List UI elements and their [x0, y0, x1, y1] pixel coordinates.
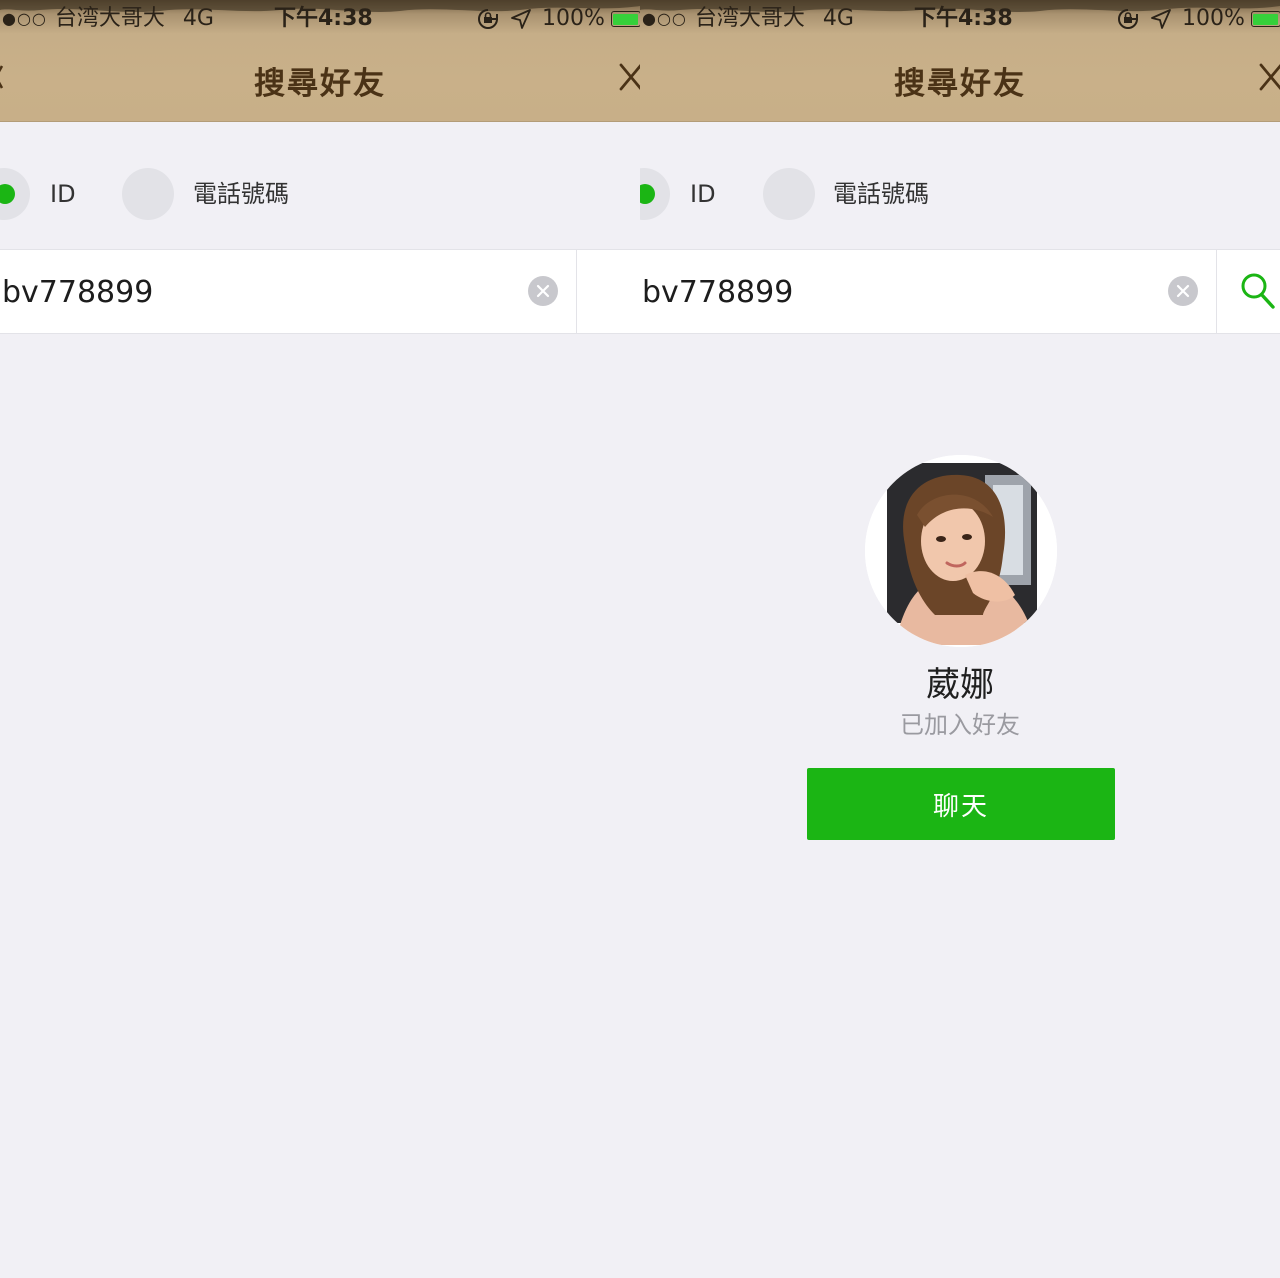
rotation-lock-icon: [1118, 9, 1138, 29]
radio-label-id[interactable]: ID: [50, 178, 76, 210]
clear-search-button[interactable]: [528, 276, 558, 306]
clear-x-icon: [536, 284, 550, 298]
status-time: 下午4:38: [274, 6, 373, 31]
profile-photo: [865, 455, 1057, 647]
status-right: 100%: [1116, 4, 1280, 34]
search-input[interactable]: [642, 270, 1112, 314]
network-type: 4G: [822, 6, 854, 31]
battery-percent: 100%: [1182, 6, 1245, 31]
radio-selected-dot: [0, 184, 15, 204]
battery-icon: [1250, 11, 1280, 27]
avatar[interactable]: [865, 455, 1057, 647]
chat-button[interactable]: 聊天: [807, 768, 1115, 840]
location-arrow-icon: [1151, 9, 1171, 29]
carrier-name: 台湾大哥大: [54, 6, 165, 31]
nav-header: ●○○ 台湾大哥大 4G 下午4:38 100% 搜尋好友: [0, 0, 640, 122]
friend-name: 葳娜: [926, 665, 994, 705]
battery-percent: 100%: [542, 6, 605, 31]
radio-label-phone[interactable]: 電話號碼: [193, 178, 289, 210]
carrier-name: 台湾大哥大: [694, 6, 805, 31]
close-icon[interactable]: [1258, 62, 1280, 92]
close-icon[interactable]: [618, 62, 640, 92]
search-divider: [1216, 250, 1217, 333]
status-right: 100%: [476, 4, 640, 34]
search-divider: [576, 250, 577, 333]
radio-label-phone[interactable]: 電話號碼: [833, 178, 929, 210]
friend-status: 已加入好友: [900, 711, 1020, 739]
battery-icon: [610, 11, 640, 27]
left-screen: ●○○ 台湾大哥大 4G 下午4:38 100% 搜尋好友 ID 電話號碼 bv…: [0, 0, 640, 1278]
clear-search-button[interactable]: [1168, 276, 1198, 306]
location-arrow-icon: [511, 9, 531, 29]
status-time: 下午4:38: [914, 6, 1013, 31]
status-carrier: ●○○ 台湾大哥大 4G: [642, 4, 854, 34]
signal-icon: ●○○: [642, 9, 687, 28]
search-type-selector: ID 電話號碼: [640, 168, 1280, 222]
signal-icon: ●○○: [2, 9, 47, 28]
radio-selected-dot: [640, 184, 655, 204]
nav-header: ●○○ 台湾大哥大 4G 下午4:38 100% 搜尋好友: [640, 0, 1280, 122]
right-screen: ●○○ 台湾大哥大 4G 下午4:38 100% 搜尋好友 ID 電話號碼 bv…: [640, 0, 1280, 1278]
radio-phone[interactable]: [763, 168, 815, 220]
search-icon[interactable]: [1240, 272, 1276, 310]
radio-label-id[interactable]: ID: [690, 178, 716, 210]
network-type: 4G: [182, 6, 214, 31]
page-title: 搜尋好友: [254, 66, 386, 102]
radio-id[interactable]: [640, 168, 670, 220]
page-title: 搜尋好友: [894, 66, 1026, 102]
radio-phone[interactable]: [122, 168, 174, 220]
search-input[interactable]: [2, 270, 472, 314]
rotation-lock-icon: [478, 9, 498, 29]
radio-id[interactable]: [0, 168, 30, 220]
search-type-selector: ID 電話號碼: [0, 168, 640, 222]
clear-x-icon: [1176, 284, 1190, 298]
status-carrier: ●○○ 台湾大哥大 4G: [2, 4, 214, 34]
